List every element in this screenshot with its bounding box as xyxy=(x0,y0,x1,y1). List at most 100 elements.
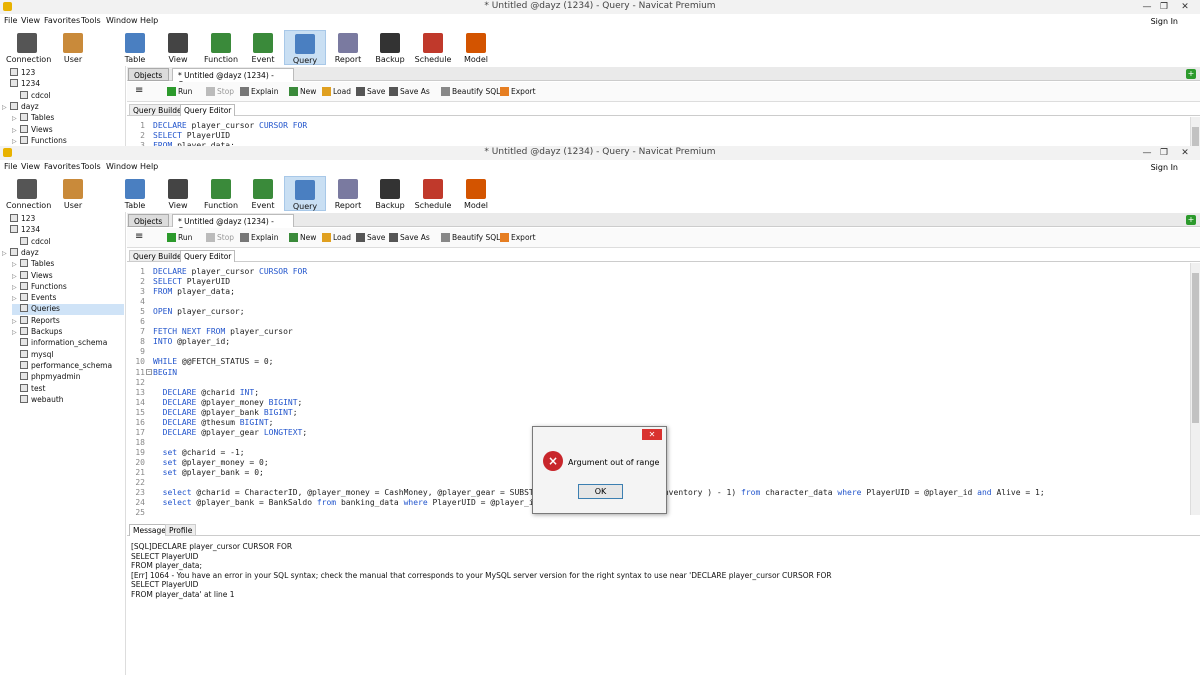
stop-button[interactable]: Stop xyxy=(206,233,234,242)
menu-favorites[interactable]: Favorites xyxy=(44,162,80,171)
toolbar-query-button[interactable]: Query xyxy=(284,30,326,65)
save-button[interactable]: Save xyxy=(356,87,385,96)
scrollbar-thumb[interactable] xyxy=(1192,273,1199,423)
new-button[interactable]: New xyxy=(289,233,316,242)
beautify-sql-button[interactable]: Beautify SQL xyxy=(441,87,500,96)
tree-item-123[interactable]: 123 xyxy=(2,214,124,225)
save-as-button[interactable]: Save As xyxy=(389,233,430,242)
minimize-button[interactable]: — xyxy=(1138,1,1156,13)
tree-item-123[interactable]: 123 xyxy=(2,68,124,79)
save-button[interactable]: Save xyxy=(356,233,385,242)
hamburger-menu-icon[interactable]: ≡ xyxy=(135,85,143,96)
export-button[interactable]: Export xyxy=(500,87,536,96)
toolbar-function-button[interactable]: Function xyxy=(200,176,242,211)
tree-item-views[interactable]: ▷ Views xyxy=(12,270,124,282)
beautify-sql-button[interactable]: Beautify SQL xyxy=(441,233,500,242)
new-tab-plus-icon[interactable]: + xyxy=(1186,69,1196,79)
tree-item-phpmyadmin[interactable]: phpmyadmin xyxy=(12,372,124,383)
toolbar-user-button[interactable]: User xyxy=(52,30,94,65)
menu-favorites[interactable]: Favorites xyxy=(44,16,80,25)
toolbar-model-button[interactable]: Model xyxy=(455,30,497,65)
tree-item-tables[interactable]: ▷ Tables xyxy=(12,259,124,270)
menu-help[interactable]: Help xyxy=(140,16,158,25)
toolbar-view-button[interactable]: View xyxy=(157,30,199,65)
fold-toggle-icon[interactable]: − xyxy=(146,368,152,375)
tree-item-information-schema[interactable]: information_schema xyxy=(12,338,124,349)
tree-item-events[interactable]: ▷ Events xyxy=(12,293,124,304)
run-button[interactable]: Run xyxy=(167,233,192,242)
tab-objects[interactable]: Objects xyxy=(128,68,169,81)
hamburger-menu-icon[interactable]: ≡ xyxy=(135,231,143,242)
menu-window[interactable]: Window xyxy=(106,162,138,171)
toolbar-report-button[interactable]: Report xyxy=(327,30,369,65)
tab-profile[interactable]: Profile xyxy=(165,524,197,536)
toolbar-report-button[interactable]: Report xyxy=(327,176,369,211)
tree-item-webauth[interactable]: webauth xyxy=(12,394,124,406)
new-button[interactable]: New xyxy=(289,87,316,96)
sql-editor[interactable]: 1 DECLARE player_cursor CURSOR FOR 2 SELECT… xyxy=(127,117,1190,146)
toolbar-event-button[interactable]: Event xyxy=(242,176,284,211)
toolbar-backup-button[interactable]: Backup xyxy=(369,30,411,65)
tree-item-test[interactable]: test xyxy=(12,383,124,395)
close-button[interactable]: ✕ xyxy=(1176,147,1194,159)
explain-button[interactable]: Explain xyxy=(240,233,278,242)
tree-item-cdcol[interactable]: cdcol xyxy=(12,236,124,248)
toolbar-connection-button[interactable]: Connection xyxy=(6,176,51,211)
tree-item-dayz[interactable]: ▷ dayz xyxy=(2,247,124,259)
tree-item-tables[interactable]: ▷ Tables xyxy=(12,113,124,124)
sign-in-link[interactable]: Sign In xyxy=(1151,163,1178,172)
tab-objects[interactable]: Objects xyxy=(128,214,169,227)
toolbar-user-button[interactable]: User xyxy=(52,176,94,211)
toolbar-backup-button[interactable]: Backup xyxy=(369,176,411,211)
tree-item-views[interactable]: ▷ Views xyxy=(12,124,124,136)
export-button[interactable]: Export xyxy=(500,233,536,242)
toolbar-table-button[interactable]: Table xyxy=(114,176,156,211)
toolbar-schedule-button[interactable]: Schedule xyxy=(412,176,454,211)
load-button[interactable]: Load xyxy=(322,87,351,96)
menu-file[interactable]: File xyxy=(4,16,17,25)
save-as-button[interactable]: Save As xyxy=(389,87,430,96)
stop-button[interactable]: Stop xyxy=(206,87,234,96)
run-button[interactable]: Run xyxy=(167,87,192,96)
minimize-button[interactable]: — xyxy=(1138,147,1156,159)
toolbar-schedule-button[interactable]: Schedule xyxy=(412,30,454,65)
tree-item-backups[interactable]: ▷ Backups xyxy=(12,327,124,338)
tree-item-cdcol[interactable]: cdcol xyxy=(12,90,124,102)
menu-file[interactable]: File xyxy=(4,162,17,171)
tree-item-dayz[interactable]: ▷ dayz xyxy=(2,101,124,113)
menu-view[interactable]: View xyxy=(21,162,40,171)
close-button[interactable]: ✕ xyxy=(1176,1,1194,13)
tree-item-1234[interactable]: 1234 xyxy=(2,225,124,236)
sign-in-link[interactable]: Sign In xyxy=(1151,17,1178,26)
toolbar-query-button[interactable]: Query xyxy=(284,176,326,211)
tree-item-reports[interactable]: ▷ Reports xyxy=(12,315,124,327)
tree-item-1234[interactable]: 1234 xyxy=(2,79,124,90)
menu-tools[interactable]: Tools xyxy=(81,16,101,25)
menu-help[interactable]: Help xyxy=(140,162,158,171)
toolbar-event-button[interactable]: Event xyxy=(242,30,284,65)
dialog-ok-button[interactable]: OK xyxy=(578,484,623,499)
restore-button[interactable]: ❐ xyxy=(1155,1,1173,13)
editor-vertical-scrollbar[interactable] xyxy=(1190,263,1200,515)
editor-vertical-scrollbar[interactable] xyxy=(1190,117,1200,146)
dialog-close-button[interactable]: ✕ xyxy=(642,429,662,440)
tab-message[interactable]: Message xyxy=(129,524,170,536)
menu-window[interactable]: Window xyxy=(106,16,138,25)
tree-item-mysql[interactable]: mysql xyxy=(12,349,124,361)
tab-query-editor[interactable]: Query Editor xyxy=(180,250,236,262)
toolbar-table-button[interactable]: Table xyxy=(114,30,156,65)
tree-item-functions[interactable]: ▷ Functions xyxy=(12,135,124,146)
toolbar-view-button[interactable]: View xyxy=(157,176,199,211)
new-tab-plus-icon[interactable]: + xyxy=(1186,215,1196,225)
tree-item-performance-schema[interactable]: performance_schema xyxy=(12,360,124,372)
explain-button[interactable]: Explain xyxy=(240,87,278,96)
toolbar-model-button[interactable]: Model xyxy=(455,176,497,211)
load-button[interactable]: Load xyxy=(322,233,351,242)
restore-button[interactable]: ❐ xyxy=(1155,147,1173,159)
toolbar-connection-button[interactable]: Connection xyxy=(6,30,51,65)
toolbar-function-button[interactable]: Function xyxy=(200,30,242,65)
tab-query[interactable]: * Untitled @dayz (1234) - Query xyxy=(172,214,294,235)
tab-query[interactable]: * Untitled @dayz (1234) - Query xyxy=(172,68,294,89)
menu-view[interactable]: View xyxy=(21,16,40,25)
scrollbar-thumb[interactable] xyxy=(1192,127,1199,146)
